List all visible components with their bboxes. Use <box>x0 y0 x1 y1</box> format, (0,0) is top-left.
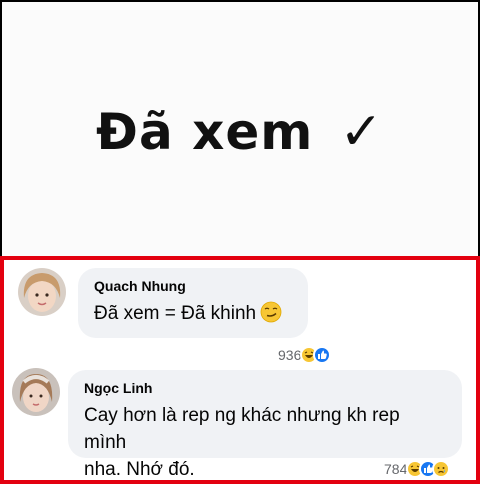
comment-author[interactable]: Ngọc Linh <box>84 380 446 396</box>
sad-icon <box>432 460 451 478</box>
comment-author[interactable]: Quach Nhung <box>94 278 292 294</box>
comment-text-content: Đã xem = Đã khinh <box>94 303 257 324</box>
like-icon <box>313 346 332 364</box>
comment-text: Đã xem = Đã khinh <box>94 300 292 331</box>
comment-bubble: Ngọc Linh Cay hơn là rep ng khác nhưng k… <box>68 370 462 480</box>
caption-label: Đã xem <box>96 103 314 161</box>
check-mark-icon: ✓ <box>339 102 384 162</box>
caption-text: Đã xem ✓ <box>2 102 478 162</box>
reaction-count: 936 <box>278 347 302 363</box>
avatar[interactable] <box>12 368 60 416</box>
comments-section: Quach Nhung Đã xem = Đã khinh 936 Ngọc L… <box>0 256 480 484</box>
reaction-count: 784 <box>384 461 408 477</box>
reaction-summary[interactable]: 936 <box>278 346 332 364</box>
comment-bubble: Quach Nhung Đã xem = Đã khinh <box>78 268 308 338</box>
comment-text-line: Cay hơn là rep ng khác nhưng kh rep mình <box>84 405 400 453</box>
caption-panel: Đã xem ✓ <box>0 0 480 258</box>
reaction-summary[interactable]: 784 <box>384 460 451 478</box>
smirk-face-icon <box>260 301 282 331</box>
avatar[interactable] <box>18 268 66 316</box>
